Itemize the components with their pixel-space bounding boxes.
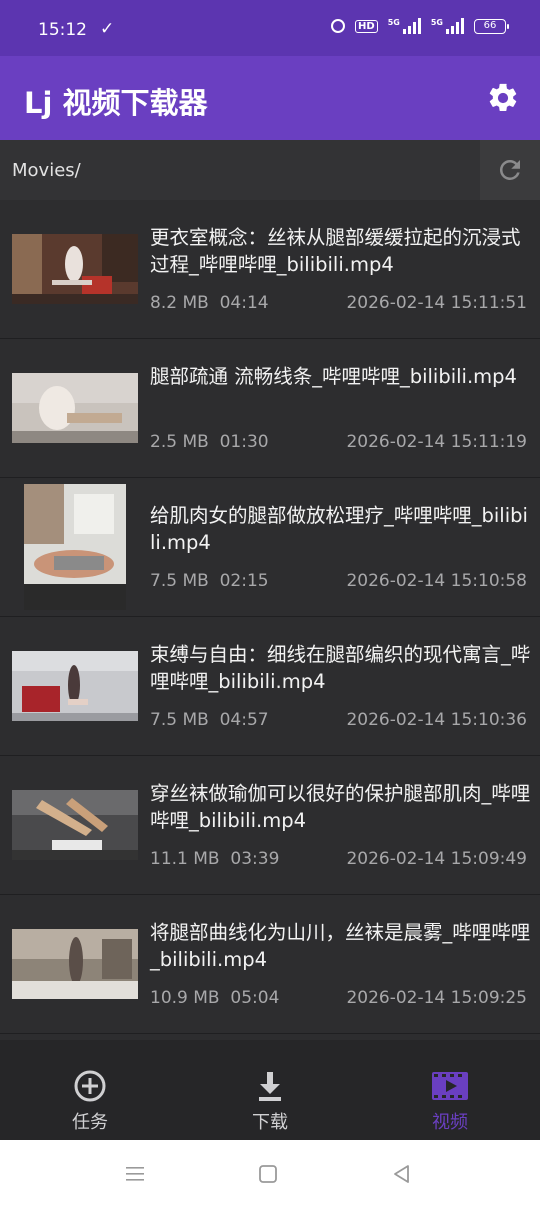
- video-date: 2026-02-14 15:10:36: [346, 710, 527, 730]
- nav-tab-tasks[interactable]: 任务: [0, 1040, 180, 1140]
- video-title: 更衣室概念：丝袜从腿部缓缓拉起的沉浸式过程_哔哩哔哩_bilibili.mp4: [150, 226, 521, 276]
- video-size-duration: 2.5 MB 01:30: [150, 432, 269, 452]
- gear-icon: [489, 83, 517, 112]
- video-item[interactable]: 腿部疏通 流畅线条_哔哩哔哩_bilibili.mp4 2.5 MB 01:30…: [0, 339, 540, 478]
- battery-icon: 66: [474, 18, 509, 34]
- video-size-duration: 7.5 MB 02:15: [150, 571, 269, 591]
- add-circle-icon: [74, 1070, 106, 1102]
- system-nav-bar: [0, 1140, 540, 1207]
- video-item[interactable]: 束缚与自由：细线在腿部编织的现代寓言_哔哩哔哩_bilibili.mp4 7.5…: [0, 617, 540, 756]
- back-icon[interactable]: [390, 1162, 414, 1186]
- video-title: 穿丝袜做瑜伽可以很好的保护腿部肌肉_哔哩哔哩_bilibili.mp4: [150, 782, 531, 832]
- path-bar: Movies/: [0, 140, 540, 200]
- video-title: 束缚与自由：细线在腿部编织的现代寓言_哔哩哔哩_bilibili.mp4: [150, 643, 531, 693]
- app-bar: Lj 视频下载器: [0, 56, 540, 140]
- home-icon[interactable]: [256, 1162, 280, 1186]
- video-thumbnail: [24, 484, 126, 610]
- hd-badge: HD: [355, 19, 378, 33]
- nav-tab-videos[interactable]: 视频: [360, 1040, 540, 1140]
- video-date: 2026-02-14 15:11:19: [346, 432, 527, 452]
- video-thumbnail: [12, 929, 138, 999]
- video-thumbnail: [12, 790, 138, 860]
- nav-label-videos: 视频: [432, 1112, 468, 1133]
- refresh-button[interactable]: [480, 140, 540, 200]
- settings-button[interactable]: [486, 81, 520, 115]
- bottom-nav: 任务 下载 视频: [0, 1040, 540, 1140]
- nav-label-download: 下载: [252, 1112, 288, 1133]
- video-thumbnail: [12, 651, 138, 721]
- video-size-duration: 8.2 MB 04:14: [150, 293, 269, 313]
- video-date: 2026-02-14 15:09:49: [346, 849, 527, 869]
- video-date: 2026-02-14 15:09:25: [346, 988, 527, 1008]
- video-thumbnail: [12, 234, 138, 304]
- menu-icon[interactable]: [123, 1162, 147, 1186]
- current-path: Movies/: [12, 160, 81, 181]
- video-date: 2026-02-14 15:10:58: [346, 571, 527, 591]
- video-list: 更衣室概念：丝袜从腿部缓缓拉起的沉浸式过程_哔哩哔哩_bilibili.mp4 …: [0, 200, 540, 1040]
- video-item[interactable]: 给肌肉女的腿部做放松理疗_哔哩哔哩_bilibili.mp4 7.5 MB 02…: [0, 478, 540, 617]
- signal-icon-2: 5G: [431, 18, 464, 34]
- video-title: 给肌肉女的腿部做放松理疗_哔哩哔哩_bilibili.mp4: [150, 504, 528, 554]
- status-bar: 15:12 ✓ HD 5G 5G 66: [0, 0, 540, 56]
- status-time: 15:12: [38, 20, 87, 40]
- video-item[interactable]: 穿丝袜做瑜伽可以很好的保护腿部肌肉_哔哩哔哩_bilibili.mp4 11.1…: [0, 756, 540, 895]
- alarm-icon: [331, 19, 346, 33]
- video-date: 2026-02-14 15:11:51: [346, 293, 527, 313]
- video-item[interactable]: 将腿部曲线化为山川，丝袜是晨雾_哔哩哔哩_bilibili.mp4 10.9 M…: [0, 895, 540, 1034]
- video-title: 腿部疏通 流畅线条_哔哩哔哩_bilibili.mp4: [150, 365, 517, 388]
- video-title: 将腿部曲线化为山川，丝袜是晨雾_哔哩哔哩_bilibili.mp4: [150, 921, 531, 971]
- nav-label-tasks: 任务: [72, 1112, 108, 1133]
- video-size-duration: 11.1 MB 03:39: [150, 849, 280, 869]
- video-size-duration: 7.5 MB 04:57: [150, 710, 269, 730]
- status-icons: HD 5G 5G 66: [331, 18, 509, 34]
- video-icon: [432, 1072, 468, 1100]
- app-title: Lj 视频下载器: [24, 86, 208, 120]
- download-icon: [259, 1072, 281, 1101]
- video-item[interactable]: 更衣室概念：丝袜从腿部缓缓拉起的沉浸式过程_哔哩哔哩_bilibili.mp4 …: [0, 200, 540, 339]
- video-size-duration: 10.9 MB 05:04: [150, 988, 280, 1008]
- video-thumbnail: [12, 373, 138, 443]
- refresh-icon: [499, 159, 520, 180]
- signal-icon: 5G: [388, 18, 421, 34]
- nav-tab-download[interactable]: 下载: [180, 1040, 360, 1140]
- check-icon: ✓: [100, 19, 115, 39]
